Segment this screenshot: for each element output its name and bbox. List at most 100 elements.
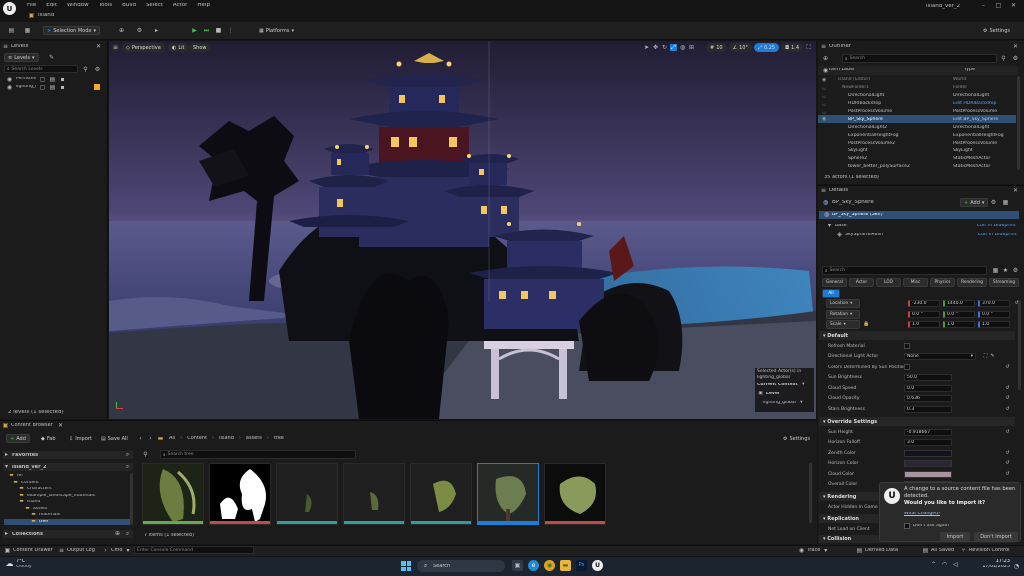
toast-import-button[interactable]: Import — [940, 532, 970, 541]
details-tab[interactable]: ≡ Details — [820, 187, 848, 194]
scale-dropdown[interactable]: Scale ▾ — [826, 320, 860, 329]
outliner-row[interactable]: ExponentialHeightFog ExponentialHeightFog — [818, 131, 1016, 139]
outliner-row[interactable]: tower_better_polySurface2 StaticMeshActor — [818, 163, 1016, 171]
all-saved-button[interactable]: ▤ All Saved — [922, 547, 955, 554]
cb-import-button[interactable]: ⇩ Import — [66, 434, 95, 443]
edge-icon[interactable]: e — [528, 560, 539, 571]
filter-icon[interactable]: ⚲ — [82, 66, 89, 73]
lock-icon[interactable]: ▢ — [39, 84, 46, 91]
photoshop-icon[interactable]: Ps — [576, 560, 587, 571]
zenith-color-swatch[interactable] — [904, 449, 952, 457]
asset-thumbnail[interactable] — [544, 463, 606, 525]
cloud-speed-input[interactable]: 0.0 — [904, 384, 952, 392]
location-z[interactable]: 370.0 — [978, 300, 1010, 307]
maximize-icon[interactable]: □ — [995, 2, 1002, 9]
crumb-assets[interactable]: assets — [246, 436, 262, 441]
lit-button[interactable]: ◐ Lit — [168, 43, 189, 52]
output-log-button[interactable]: ≡ Output Log — [58, 547, 95, 554]
crumb-all[interactable]: All — [169, 436, 175, 441]
level-row-persistent[interactable]: ◉ Persistent Level ▢ ▤ ▪ — [6, 76, 106, 83]
minimize-icon[interactable]: – — [980, 2, 987, 9]
collections-search-icon[interactable]: ⌕ — [124, 530, 131, 537]
outliner-filter-icon[interactable]: ⚲ — [1000, 55, 1007, 62]
menu-help[interactable]: Help — [197, 3, 210, 9]
scale-snap-toggle[interactable]: ⤢ 0.25 — [753, 43, 780, 52]
tab-rendering[interactable]: Rendering — [957, 278, 987, 287]
menu-tools[interactable]: Tools — [99, 3, 113, 9]
color-icon[interactable]: ▪ — [59, 76, 66, 83]
scale-tool-icon[interactable]: ⤢ — [670, 44, 677, 51]
directional-light-select[interactable]: None ▾ — [904, 353, 976, 361]
levels-tab[interactable]: ≡ Levels — [2, 43, 28, 50]
menu-window[interactable]: Window — [67, 3, 89, 9]
favorites-header[interactable]: ▸ Favorites — [3, 451, 133, 459]
reset-icon[interactable]: ↺ — [1004, 460, 1011, 467]
content-drawer-button[interactable]: ▣ Content Drawer — [4, 547, 53, 554]
start-button[interactable] — [401, 561, 411, 571]
trace-button[interactable]: ◉ Trace ▾ — [798, 547, 829, 554]
back-icon[interactable]: ‹ — [137, 435, 144, 442]
details-search-input[interactable]: ⌕ Search — [822, 266, 987, 275]
level-select[interactable]: lighting_global ▾ — [755, 399, 814, 408]
outliner-scrollbar[interactable] — [1017, 76, 1020, 170]
outliner-row[interactable]: ◉ island (Editor) World — [818, 76, 1016, 84]
outliner-add-icon[interactable]: ⊕ — [822, 55, 829, 62]
current-context-row[interactable]: Current Context ▾ — [755, 381, 814, 390]
asset-filter-icon[interactable]: ⚲ — [142, 451, 149, 458]
rotation-y[interactable]: 0.0 ° — [943, 311, 975, 318]
unreal-logo-icon[interactable]: U — [3, 2, 16, 15]
surface-snap-icon[interactable]: ⊞ — [688, 44, 695, 51]
collections-add-icon[interactable]: ⊕ — [114, 530, 121, 537]
viewport-options-icon[interactable]: ≡ — [112, 44, 119, 51]
tab-streaming[interactable]: Streaming — [989, 278, 1019, 287]
scale-z[interactable]: 1.0 — [978, 321, 1010, 328]
tab-general[interactable]: General — [822, 278, 847, 287]
levels-dropdown[interactable]: ≡ Levels ▾ — [4, 53, 39, 62]
levels-settings-icon[interactable]: ⚙ — [94, 66, 101, 73]
tab-all[interactable]: All — [822, 289, 840, 298]
asset-thumbnail[interactable] — [142, 463, 204, 525]
levels-close-icon[interactable]: ✕ — [95, 43, 102, 50]
show-button[interactable]: Show — [189, 43, 211, 52]
step-icon[interactable]: ⏭ — [203, 27, 210, 34]
taskbar-search[interactable]: ⌕ Search — [417, 560, 505, 572]
cb-fab-button[interactable]: ◆ Fab — [38, 434, 59, 443]
unreal-taskbar-icon[interactable]: U — [592, 560, 603, 571]
menu-build[interactable]: Build — [122, 3, 136, 9]
clock[interactable]: 17:23 17/01/2025 — [976, 559, 1010, 570]
sequence-icon[interactable]: ▸ — [153, 27, 160, 34]
stars-brightness-input[interactable]: 0.3 — [904, 405, 952, 413]
rotate-tool-icon[interactable]: ↻ — [661, 44, 668, 51]
details-scrollbar[interactable] — [1018, 300, 1021, 390]
play-icon[interactable]: ▶ — [191, 27, 198, 34]
reset-icon[interactable]: ↺ — [1004, 395, 1011, 402]
menu-file[interactable]: File — [27, 3, 36, 9]
cloud-opacity-input[interactable]: 0.636 — [904, 395, 952, 403]
cloud-color-swatch[interactable] — [904, 470, 952, 478]
browse-icon[interactable]: ⛶ — [982, 353, 989, 360]
forward-icon[interactable]: › — [147, 435, 154, 442]
tab-actor[interactable]: Actor — [849, 278, 874, 287]
revision-control-button[interactable]: ⑂ Revision Control — [960, 547, 1010, 554]
save-level-icon[interactable]: ▤ — [49, 76, 56, 83]
details-view-icon[interactable]: ▦ — [992, 267, 999, 274]
outliner-tab[interactable]: ≡ Outliner — [820, 43, 851, 50]
asset-thumbnail[interactable] — [410, 463, 472, 525]
pick-icon[interactable]: ✎ — [48, 54, 55, 61]
toast-dont-import-button[interactable]: Don't Import — [974, 532, 1018, 541]
asset-scrollbar[interactable] — [809, 463, 812, 523]
details-grid-icon[interactable]: ▦ — [1002, 199, 1009, 206]
reset-icon[interactable]: ↺ — [1004, 385, 1011, 392]
outliner-close-icon[interactable]: ✕ — [1012, 43, 1019, 50]
outliner-search-input[interactable]: ⌕ Search — [842, 54, 997, 63]
lock-icon[interactable]: ▢ — [39, 76, 46, 83]
outliner-row[interactable]: PostProcessVolume2 PostProcessVolume — [818, 139, 1016, 147]
perspective-button[interactable]: ◇ Perspective — [122, 43, 165, 52]
asset-thumbnail[interactable] — [276, 463, 338, 525]
wifi-icon[interactable]: ◠ — [941, 561, 948, 568]
edit-blueprint-link[interactable]: Edit in Blueprint — [978, 233, 1017, 238]
outliner-row-selected[interactable]: ◉ BP_Sky_Sphere Edit BP_Sky_Sphere — [818, 115, 1016, 124]
scale-x[interactable]: 1.0 — [908, 321, 940, 328]
edit-blueprint-link[interactable]: Edit in Blueprint — [977, 224, 1016, 229]
row-type-link[interactable]: Edit HDRIBackdrop — [953, 101, 1016, 106]
